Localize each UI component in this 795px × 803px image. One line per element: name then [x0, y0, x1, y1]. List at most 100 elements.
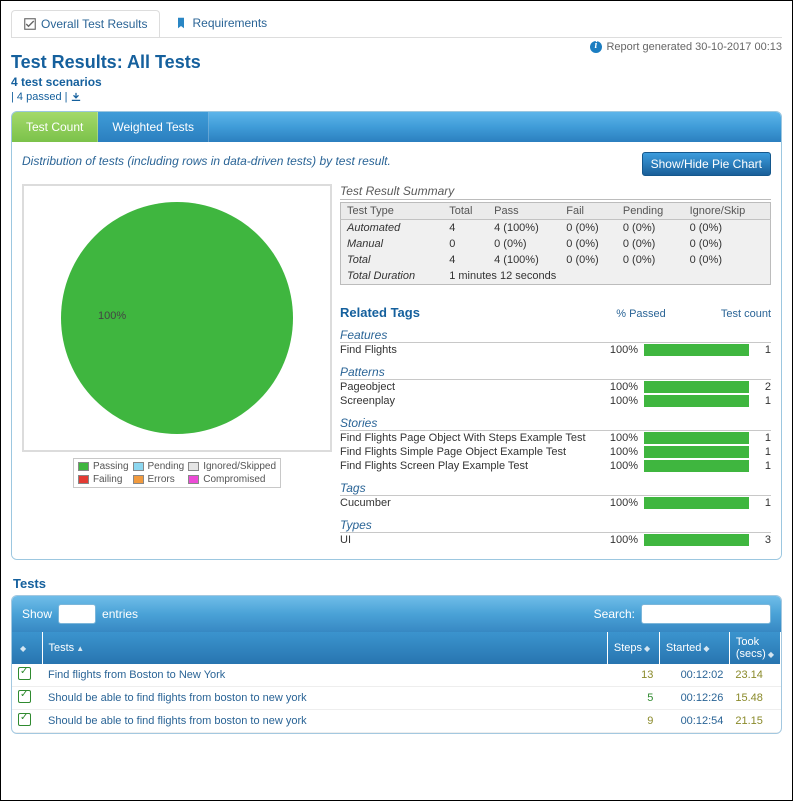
th-ignore: Ignore/Skip [684, 203, 771, 220]
tab-overall-test-results[interactable]: Overall Test Results [11, 10, 160, 37]
tag-pct: 100% [594, 395, 638, 407]
tag-group-title: Patterns [340, 365, 771, 380]
tag-row[interactable]: UI100%3 [340, 533, 771, 547]
tag-count: 1 [755, 497, 771, 509]
legend-swatch-pending [133, 462, 144, 471]
tag-name: Find Flights Screen Play Example Test [340, 460, 594, 472]
test-took: 21.15 [729, 710, 780, 733]
td-duration-value: 1 minutes 12 seconds [443, 268, 770, 285]
sort-icon: ◆ [768, 650, 774, 659]
tag-bar [644, 446, 749, 458]
th-took[interactable]: Took (secs)◆ [729, 632, 780, 664]
tag-bar [644, 432, 749, 444]
bookmark-icon [175, 17, 187, 29]
tag-pct: 100% [594, 446, 638, 458]
search-input[interactable] [641, 604, 771, 624]
tag-name: Screenplay [340, 395, 594, 407]
test-started: 00:12:26 [659, 687, 729, 710]
sort-icon: ◆ [644, 644, 650, 653]
summary-row: Total44 (100%)0 (0%)0 (0%)0 (0%) [341, 252, 771, 268]
tab-test-count[interactable]: Test Count [12, 112, 98, 142]
tab-weighted-tests[interactable]: Weighted Tests [98, 112, 209, 142]
legend-errors: Errors [148, 474, 185, 485]
tag-row[interactable]: Find Flights100% 1 [340, 343, 771, 357]
test-name[interactable]: Find flights from Boston to New York [42, 664, 607, 687]
distribution-text: Distribution of tests (including rows in… [22, 152, 391, 168]
tag-row[interactable]: Pageobject100%2 [340, 380, 771, 394]
entries-label: entries [102, 607, 138, 621]
tag-pct: 100% [594, 344, 638, 356]
pie-label: 100% [98, 310, 126, 322]
entries-select[interactable] [58, 604, 96, 624]
tag-count: 1 [755, 460, 771, 472]
tag-row[interactable]: Cucumber100%1 [340, 496, 771, 510]
test-steps: 13 [607, 664, 659, 687]
tag-row[interactable]: Screenplay100% 1 [340, 394, 771, 408]
tag-name: Find Flights [340, 344, 594, 356]
test-row[interactable]: Find flights from Boston to New York1300… [12, 664, 781, 687]
show-hide-pie-button[interactable]: Show/Hide Pie Chart [642, 152, 771, 176]
th-status-icon[interactable]: ◆ [12, 632, 42, 664]
legend-swatch-errors [133, 475, 144, 484]
tag-count: 1 [755, 344, 771, 356]
tag-bar [644, 534, 749, 546]
pct-passed-header: % Passed [581, 308, 701, 320]
tag-row[interactable]: Find Flights Simple Page Object Example … [340, 445, 771, 459]
summary-table: Test Type Total Pass Fail Pending Ignore… [340, 202, 771, 285]
summary-fail: 0 (0%) [560, 236, 617, 252]
legend-failing: Failing [93, 474, 129, 485]
test-name[interactable]: Should be able to find flights from bost… [42, 687, 607, 710]
tag-count: 1 [755, 432, 771, 444]
tag-group-title: Features [340, 328, 771, 343]
test-steps: 9 [607, 710, 659, 733]
test-row[interactable]: Should be able to find flights from bost… [12, 710, 781, 733]
summary-pass: 4 (100%) [488, 252, 560, 268]
tag-row[interactable]: Find Flights Page Object With Steps Exam… [340, 431, 771, 445]
th-total: Total [443, 203, 488, 220]
tag-row[interactable]: Find Flights Screen Play Example Test100… [340, 459, 771, 473]
tag-bar [644, 395, 749, 407]
test-steps: 5 [607, 687, 659, 710]
tab-requirements[interactable]: Requirements [162, 9, 280, 37]
tag-group-title: Types [340, 518, 771, 533]
page-title: Test Results: All Tests [11, 52, 782, 73]
test-started: 00:12:54 [659, 710, 729, 733]
summary-ignore: 0 (0%) [684, 252, 771, 268]
summary-fail: 0 (0%) [560, 220, 617, 237]
th-pass: Pass [488, 203, 560, 220]
summary-pending: 0 (0%) [617, 252, 684, 268]
search-label: Search: [594, 607, 635, 621]
td-duration-label: Total Duration [341, 268, 444, 285]
test-status [12, 664, 42, 687]
legend-ignored: Ignored/Skipped [203, 461, 276, 472]
test-started: 00:12:02 [659, 664, 729, 687]
th-started[interactable]: Started◆ [659, 632, 729, 664]
check-icon [18, 667, 31, 680]
test-row[interactable]: Should be able to find flights from bost… [12, 687, 781, 710]
legend-swatch-ignored [188, 462, 199, 471]
tag-group-title: Stories [340, 416, 771, 431]
test-count-header: Test count [701, 308, 771, 320]
th-pending: Pending [617, 203, 684, 220]
summary-ignore: 0 (0%) [684, 236, 771, 252]
th-tests[interactable]: Tests▲ [42, 632, 607, 664]
tag-pct: 100% [594, 460, 638, 472]
tag-bar [644, 344, 749, 356]
tab-overall-label: Overall Test Results [41, 17, 147, 31]
summary-row: Automated44 (100%)0 (0%)0 (0%)0 (0%) [341, 220, 771, 237]
test-name[interactable]: Should be able to find flights from bost… [42, 710, 607, 733]
legend-swatch-passing [78, 462, 89, 471]
info-icon [590, 41, 602, 53]
download-icon[interactable] [71, 92, 81, 102]
tag-pct: 100% [594, 497, 638, 509]
legend-swatch-compromised [188, 475, 199, 484]
th-steps[interactable]: Steps◆ [607, 632, 659, 664]
summary-ignore: 0 (0%) [684, 220, 771, 237]
summary-type: Automated [341, 220, 444, 237]
summary-total: 4 [443, 220, 488, 237]
tag-bar [644, 381, 749, 393]
scenario-count: 4 test scenarios [11, 75, 782, 89]
pie-legend: Passing Pending Ignored/Skipped Failing … [73, 458, 281, 488]
tag-count: 1 [755, 395, 771, 407]
passed-text: | 4 passed | [11, 91, 67, 103]
